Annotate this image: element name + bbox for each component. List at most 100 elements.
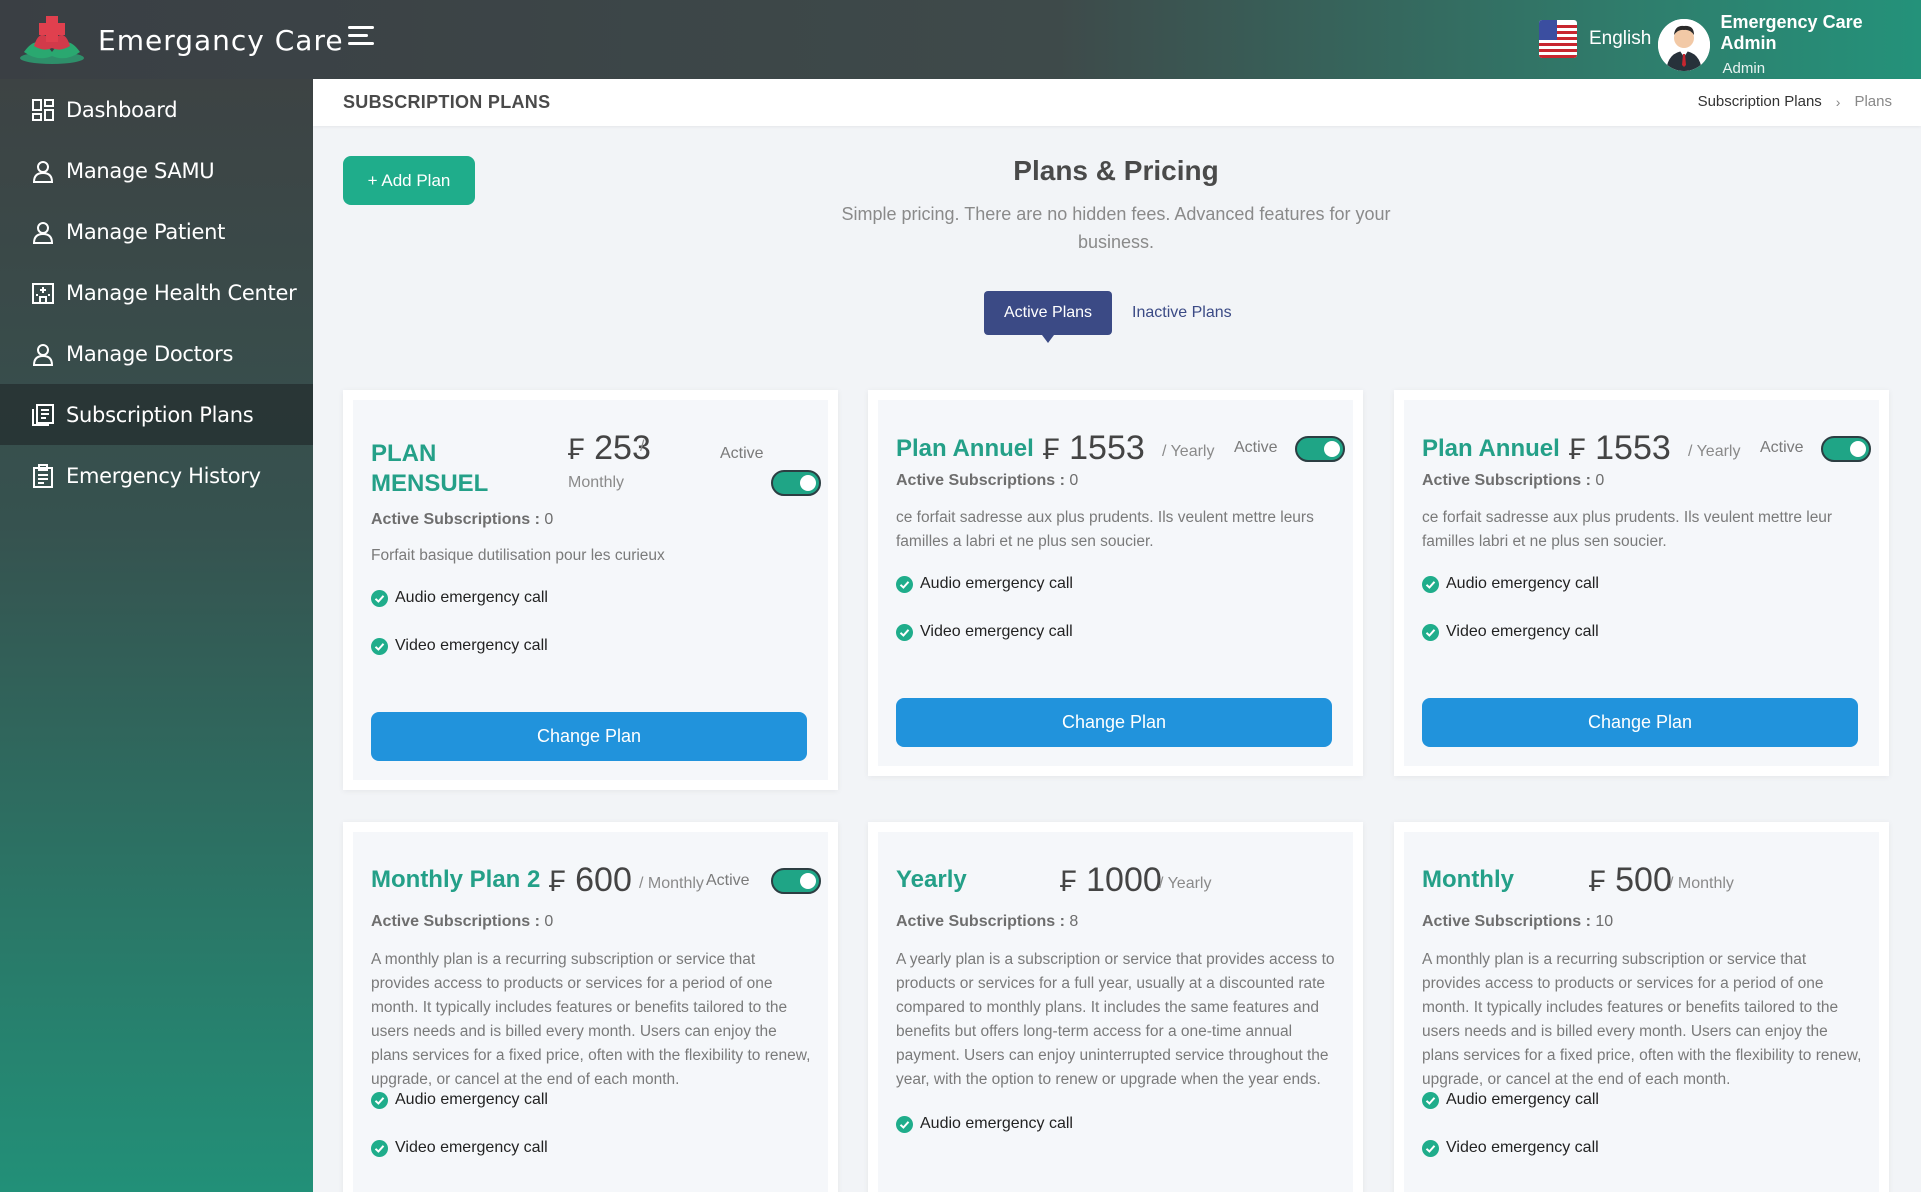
- breadcrumb-link[interactable]: Subscription Plans: [1698, 93, 1822, 110]
- sidebar-item-manage-patient[interactable]: Manage Patient: [0, 201, 313, 262]
- active-subscriptions-count: 0: [544, 913, 554, 930]
- user-icon: [32, 221, 54, 244]
- pricing-heading: Plans & Pricing: [1013, 155, 1219, 186]
- plan-card: Plan Annuel ₣ 1553 / Yearly Active Activ…: [868, 390, 1363, 776]
- feature-label: Audio emergency call: [1446, 575, 1599, 592]
- plan-name: Yearly: [896, 866, 967, 893]
- check-circle-icon: [896, 623, 913, 641]
- sidebar-item-emergency-history[interactable]: Emergency History: [0, 445, 313, 506]
- check-circle-icon: [371, 589, 388, 607]
- plan-status-toggle[interactable]: [771, 470, 821, 496]
- sidebar-item-subscription-plans[interactable]: Subscription Plans: [0, 384, 313, 445]
- plan-period: / Yearly: [1688, 443, 1741, 460]
- plan-name: Monthly: [1422, 866, 1514, 893]
- clipboard-icon: [33, 463, 53, 488]
- user-profile[interactable]: Emergency Care Admin Admin: [1658, 12, 1921, 77]
- active-subscriptions: Active Subscriptions : 8: [896, 913, 1078, 931]
- plan-card: PLAN MENSUEL ₣ 253 / Monthly Active Acti…: [343, 390, 838, 790]
- sidebar-item-manage-doctors[interactable]: Manage Doctors: [0, 323, 313, 384]
- plan-status-toggle[interactable]: [1821, 436, 1871, 462]
- price-value: 1553: [1595, 429, 1671, 467]
- plan-description: ce forfait sadresse aux plus prudents. I…: [896, 509, 1314, 550]
- tab-inactive-plans[interactable]: Inactive Plans: [1112, 291, 1252, 335]
- brand[interactable]: Emergancy Care: [10, 12, 344, 68]
- menu-toggle-icon[interactable]: [348, 26, 374, 48]
- feature-label: Audio emergency call: [920, 1115, 1073, 1132]
- brand-name: Emergancy Care: [98, 23, 344, 57]
- price-value: 500: [1615, 861, 1672, 899]
- plan-description: ce forfait sadresse aux plus prudents. I…: [1422, 509, 1833, 550]
- sidebar-item-label: Manage Health Center: [66, 280, 297, 305]
- plan-description: A monthly plan is a recurring subscripti…: [1422, 951, 1862, 1088]
- plan-price: ₣ 600: [549, 861, 632, 900]
- plan-description: A yearly plan is a subscription or servi…: [896, 951, 1335, 1088]
- change-plan-button[interactable]: Change Plan: [1422, 698, 1858, 747]
- sidebar-item-label: Emergency History: [66, 463, 261, 488]
- check-circle-icon: [1422, 1139, 1439, 1157]
- active-subscriptions: Active Subscriptions : 0: [371, 913, 553, 931]
- sidebar-item-dashboard[interactable]: Dashboard: [0, 79, 313, 140]
- feature-label: Audio emergency call: [395, 1091, 548, 1108]
- check-circle-icon: [1422, 1091, 1439, 1109]
- feature-label: Video emergency call: [395, 637, 548, 654]
- feature-item: Video emergency call: [896, 623, 1073, 641]
- feature-item: Audio emergency call: [371, 589, 548, 607]
- pricing-subheading: Simple pricing. There are no hidden fees…: [841, 204, 1391, 252]
- feature-label: Video emergency call: [1446, 623, 1599, 640]
- sidebar-item-label: Manage Patient: [66, 219, 226, 244]
- plan-status-toggle[interactable]: [1295, 436, 1345, 462]
- plan-period: / Yearly: [1159, 875, 1212, 892]
- plan-period: /: [640, 438, 645, 455]
- active-subscriptions: Active Subscriptions : 0: [1422, 472, 1604, 490]
- active-subscriptions: Active Subscriptions : 10: [1422, 913, 1613, 931]
- currency-symbol: ₣: [1569, 433, 1586, 466]
- plan-card: Yearly ₣ 1000 / Yearly Active Subscripti…: [868, 822, 1363, 1192]
- feature-label: Audio emergency call: [920, 575, 1073, 592]
- feature-item: Video emergency call: [1422, 623, 1599, 641]
- price-value: 1553: [1069, 429, 1145, 467]
- check-circle-icon: [896, 1115, 913, 1133]
- active-subscriptions-label: Active Subscriptions :: [371, 511, 540, 528]
- chevron-right-icon: ›: [1835, 93, 1841, 110]
- active-subscriptions-count: 8: [1069, 913, 1079, 930]
- plan-period: / Monthly: [1669, 875, 1734, 892]
- plan-name: Plan Annuel: [896, 435, 1034, 462]
- check-circle-icon: [1422, 575, 1439, 593]
- tab-active-plans[interactable]: Active Plans: [984, 291, 1113, 343]
- plan-name: Plan Annuel: [1422, 435, 1560, 462]
- plan-status: Active: [720, 445, 764, 462]
- active-subscriptions-label: Active Subscriptions :: [371, 913, 540, 930]
- breadcrumb: Subscription Plans › Plans: [1698, 93, 1892, 110]
- sidebar-item-manage-health-center[interactable]: Manage Health Center: [0, 262, 313, 323]
- check-circle-icon: [371, 637, 388, 655]
- active-subscriptions: Active Subscriptions : 0: [896, 472, 1078, 490]
- currency-symbol: ₣: [1043, 433, 1060, 466]
- plan-card: Monthly Plan 2 ₣ 600 / Monthly Active Ac…: [343, 822, 838, 1192]
- active-subscriptions: Active Subscriptions : 0: [371, 511, 553, 529]
- feature-item: Audio emergency call: [1422, 575, 1599, 593]
- feature-label: Video emergency call: [1446, 1139, 1599, 1156]
- change-plan-button[interactable]: Change Plan: [896, 698, 1332, 747]
- active-subscriptions-label: Active Subscriptions :: [896, 472, 1065, 489]
- plan-card: Plan Annuel ₣ 1553 / Yearly Active Activ…: [1394, 390, 1889, 776]
- add-plan-button[interactable]: + Add Plan: [343, 156, 475, 205]
- plan-description: Forfait basique dutilisation pour les cu…: [371, 547, 665, 564]
- plan-price: ₣ 1553: [1043, 429, 1145, 468]
- user-name: Emergency Care Admin: [1720, 12, 1863, 53]
- language-label: English: [1589, 28, 1652, 49]
- page-title: SUBSCRIPTION PLANS: [343, 92, 551, 112]
- active-subscriptions-count: 0: [1595, 472, 1605, 489]
- hospital-icon: [32, 282, 54, 304]
- feature-label: Audio emergency call: [1446, 1091, 1599, 1108]
- active-subscriptions-label: Active Subscriptions :: [1422, 472, 1591, 489]
- sidebar-item-manage-samu[interactable]: Manage SAMU: [0, 140, 313, 201]
- dashboard-icon: [32, 98, 54, 121]
- active-subscriptions-label: Active Subscriptions :: [896, 913, 1065, 930]
- sidebar-item-label: Manage SAMU: [66, 158, 215, 183]
- plan-status-toggle[interactable]: [771, 868, 821, 894]
- change-plan-button[interactable]: Change Plan: [371, 712, 807, 761]
- language-selector[interactable]: English: [1539, 20, 1651, 58]
- feature-item: Video emergency call: [1422, 1139, 1599, 1157]
- plan-price: ₣ 1553: [1569, 429, 1671, 468]
- feature-label: Audio emergency call: [395, 589, 548, 606]
